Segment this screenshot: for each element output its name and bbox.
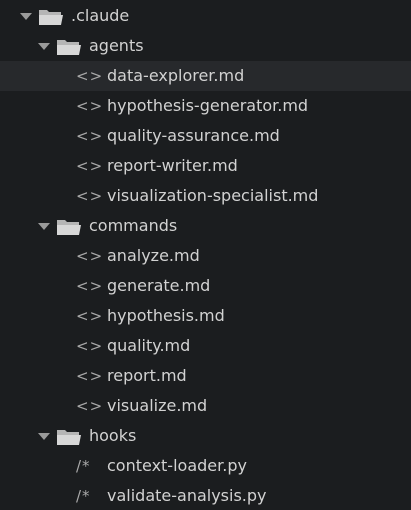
tree-file-generate[interactable]: <> generate.md bbox=[0, 271, 411, 301]
tree-file-analyze[interactable]: <> analyze.md bbox=[0, 241, 411, 271]
tree-folder-hooks[interactable]: hooks bbox=[0, 421, 411, 451]
tree-file-visualization-specialist[interactable]: <> visualization-specialist.md bbox=[0, 181, 411, 211]
markdown-file-icon: <> bbox=[76, 127, 104, 145]
tree-file-report[interactable]: <> report.md bbox=[0, 361, 411, 391]
folder-open-icon bbox=[57, 40, 81, 55]
tree-folder-claude[interactable]: .claude bbox=[0, 1, 411, 31]
folder-label: commands bbox=[89, 216, 178, 235]
markdown-file-icon: <> bbox=[76, 397, 104, 415]
tree-file-quality[interactable]: <> quality.md bbox=[0, 331, 411, 361]
folder-label: .claude bbox=[71, 6, 130, 25]
file-label: context-loader.py bbox=[107, 456, 247, 475]
chevron-down-icon[interactable] bbox=[37, 211, 51, 241]
folder-label: hooks bbox=[89, 426, 137, 445]
file-label: quality-assurance.md bbox=[107, 126, 280, 145]
markdown-file-icon: <> bbox=[76, 367, 104, 385]
file-label: visualization-specialist.md bbox=[107, 186, 319, 205]
chevron-down-icon[interactable] bbox=[37, 31, 51, 61]
tree-folder-agents[interactable]: agents bbox=[0, 31, 411, 61]
file-label: analyze.md bbox=[107, 246, 200, 265]
markdown-file-icon: <> bbox=[76, 277, 104, 295]
folder-open-icon bbox=[39, 10, 63, 25]
folder-open-icon bbox=[57, 430, 81, 445]
tree-file-hypothesis[interactable]: <> hypothesis.md bbox=[0, 301, 411, 331]
chevron-down-icon[interactable] bbox=[19, 1, 33, 31]
tree-file-validate-analysis[interactable]: /* validate-analysis.py bbox=[0, 481, 411, 510]
tree-file-data-explorer[interactable]: <> data-explorer.md bbox=[0, 61, 411, 91]
markdown-file-icon: <> bbox=[76, 67, 104, 85]
file-tree: .claude agents <> data-explorer.md <> hy… bbox=[0, 0, 411, 510]
tree-file-hypothesis-generator[interactable]: <> hypothesis-generator.md bbox=[0, 91, 411, 121]
markdown-file-icon: <> bbox=[76, 97, 104, 115]
file-label: hypothesis.md bbox=[107, 306, 225, 325]
tree-file-report-writer[interactable]: <> report-writer.md bbox=[0, 151, 411, 181]
file-label: visualize.md bbox=[107, 396, 208, 415]
chevron-down-icon[interactable] bbox=[37, 421, 51, 451]
python-file-icon: /* bbox=[76, 487, 91, 505]
file-label: generate.md bbox=[107, 276, 211, 295]
file-label: data-explorer.md bbox=[107, 66, 245, 85]
markdown-file-icon: <> bbox=[76, 157, 104, 175]
folder-label: agents bbox=[89, 36, 144, 55]
tree-file-visualize[interactable]: <> visualize.md bbox=[0, 391, 411, 421]
markdown-file-icon: <> bbox=[76, 247, 104, 265]
markdown-file-icon: <> bbox=[76, 307, 104, 325]
folder-open-icon bbox=[57, 220, 81, 235]
file-label: quality.md bbox=[107, 336, 191, 355]
markdown-file-icon: <> bbox=[76, 337, 104, 355]
tree-file-context-loader[interactable]: /* context-loader.py bbox=[0, 451, 411, 481]
tree-folder-commands[interactable]: commands bbox=[0, 211, 411, 241]
markdown-file-icon: <> bbox=[76, 187, 104, 205]
tree-file-quality-assurance[interactable]: <> quality-assurance.md bbox=[0, 121, 411, 151]
file-label: hypothesis-generator.md bbox=[107, 96, 309, 115]
file-label: report.md bbox=[107, 366, 187, 385]
file-label: report-writer.md bbox=[107, 156, 238, 175]
file-label: validate-analysis.py bbox=[107, 486, 267, 505]
python-file-icon: /* bbox=[76, 457, 91, 475]
